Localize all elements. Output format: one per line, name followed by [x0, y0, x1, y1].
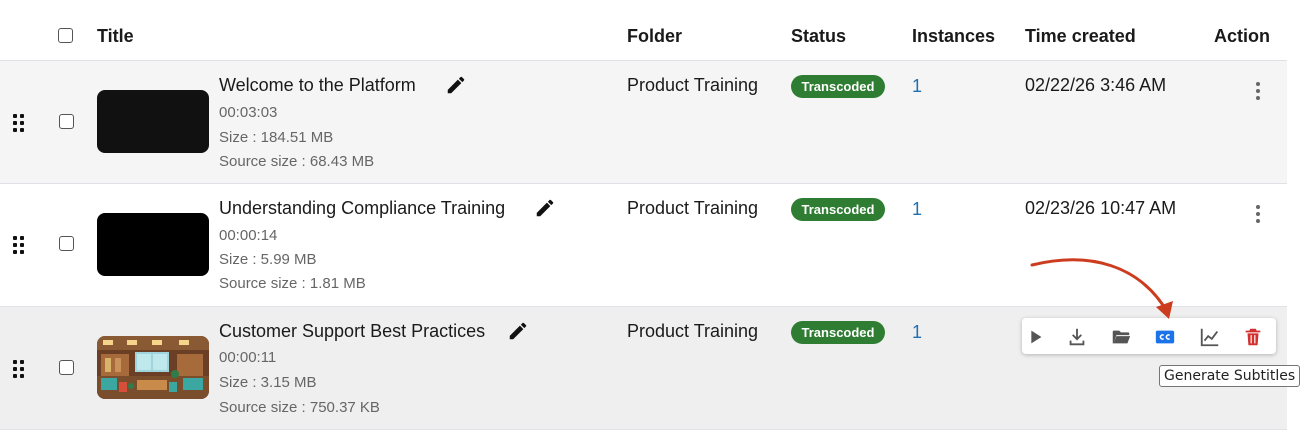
instances-link[interactable]: 1	[912, 199, 922, 220]
video-thumbnail[interactable]	[97, 336, 209, 399]
video-title[interactable]: Welcome to the Platform	[219, 75, 416, 96]
video-source-size: Source size : 1.81 MB	[219, 275, 366, 292]
video-size: Size : 3.15 MB	[219, 374, 317, 391]
drag-handle-icon[interactable]	[13, 236, 25, 254]
table-row[interactable]: Welcome to the Platform 00:03:03 Size : …	[0, 61, 1287, 184]
status-badge: Transcoded	[791, 75, 885, 98]
column-header-status[interactable]: Status	[791, 26, 846, 47]
column-header-folder[interactable]: Folder	[627, 26, 682, 47]
select-all-checkbox[interactable]	[58, 28, 73, 43]
more-options-icon[interactable]	[1254, 205, 1262, 223]
video-size: Size : 5.99 MB	[219, 251, 317, 268]
folder-name: Product Training	[627, 75, 759, 95]
time-created: 02/22/26 3:46 AM	[1025, 75, 1167, 95]
column-header-action: Action	[1214, 26, 1270, 46]
video-title[interactable]: Customer Support Best Practices	[219, 321, 485, 342]
edit-pencil-icon[interactable]	[445, 74, 467, 96]
row-checkbox[interactable]	[59, 360, 74, 375]
video-source-size: Source size : 68.43 MB	[219, 153, 375, 170]
folder-name: Product Training	[627, 321, 759, 341]
video-title[interactable]: Understanding Compliance Training	[219, 198, 505, 219]
office-lounge-image	[97, 336, 209, 399]
video-duration: 00:00:11	[219, 349, 277, 366]
video-duration: 00:00:14	[219, 227, 278, 244]
trash-icon[interactable]	[1242, 326, 1264, 348]
status-badge: Transcoded	[791, 198, 885, 221]
status-badge: Transcoded	[791, 321, 885, 344]
drag-handle-icon[interactable]	[13, 360, 25, 378]
folder-name: Product Training	[627, 198, 759, 218]
column-header-instances[interactable]: Instances	[912, 26, 995, 47]
drag-handle-icon[interactable]	[13, 114, 25, 132]
generate-subtitles-tooltip: Generate Subtitles	[1159, 365, 1301, 387]
row-checkbox[interactable]	[59, 114, 74, 129]
row-checkbox[interactable]	[59, 236, 74, 251]
video-thumbnail[interactable]	[97, 213, 209, 276]
annotation-arrow	[1030, 258, 1173, 319]
analytics-chart-icon[interactable]	[1199, 326, 1221, 348]
video-thumbnail[interactable]	[97, 90, 209, 153]
more-options-icon[interactable]	[1254, 82, 1262, 100]
video-size: Size : 184.51 MB	[219, 129, 334, 146]
instances-link[interactable]: 1	[912, 76, 922, 97]
time-created: 02/23/26 10:47 AM	[1025, 198, 1177, 218]
column-header-title[interactable]: Title	[97, 26, 134, 47]
edit-pencil-icon[interactable]	[534, 197, 556, 219]
table-header: Title Folder Status Instances Time creat…	[0, 0, 1287, 61]
instances-link[interactable]: 1	[912, 322, 922, 343]
edit-pencil-icon[interactable]	[507, 320, 529, 342]
video-duration: 00:03:03	[219, 104, 278, 121]
video-source-size: Source size : 750.37 KB	[219, 399, 380, 416]
column-header-time-created[interactable]: Time created	[1025, 26, 1136, 47]
